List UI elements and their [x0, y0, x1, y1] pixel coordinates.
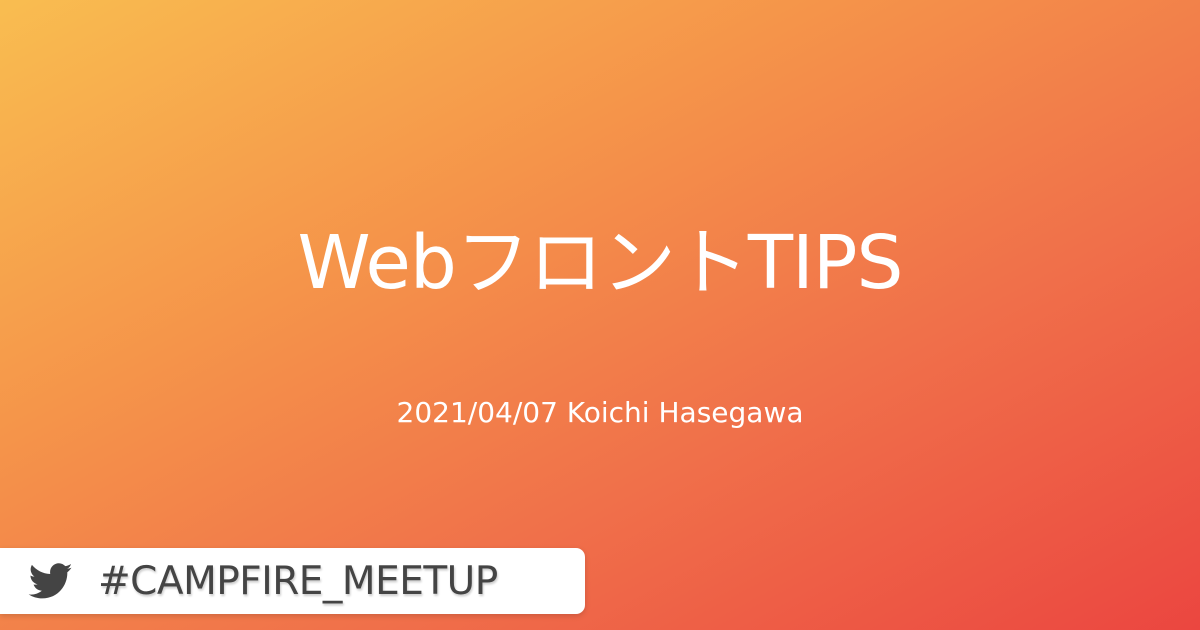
twitter-bird-icon [28, 563, 73, 599]
hashtag-text: #CAMPFIRE_MEETUP [98, 558, 498, 604]
slide-title: WebフロントTIPS [297, 220, 904, 306]
hashtag-badge: #CAMPFIRE_MEETUP [0, 548, 585, 614]
slide-subtitle: 2021/04/07 Koichi Hasegawa [396, 396, 804, 429]
